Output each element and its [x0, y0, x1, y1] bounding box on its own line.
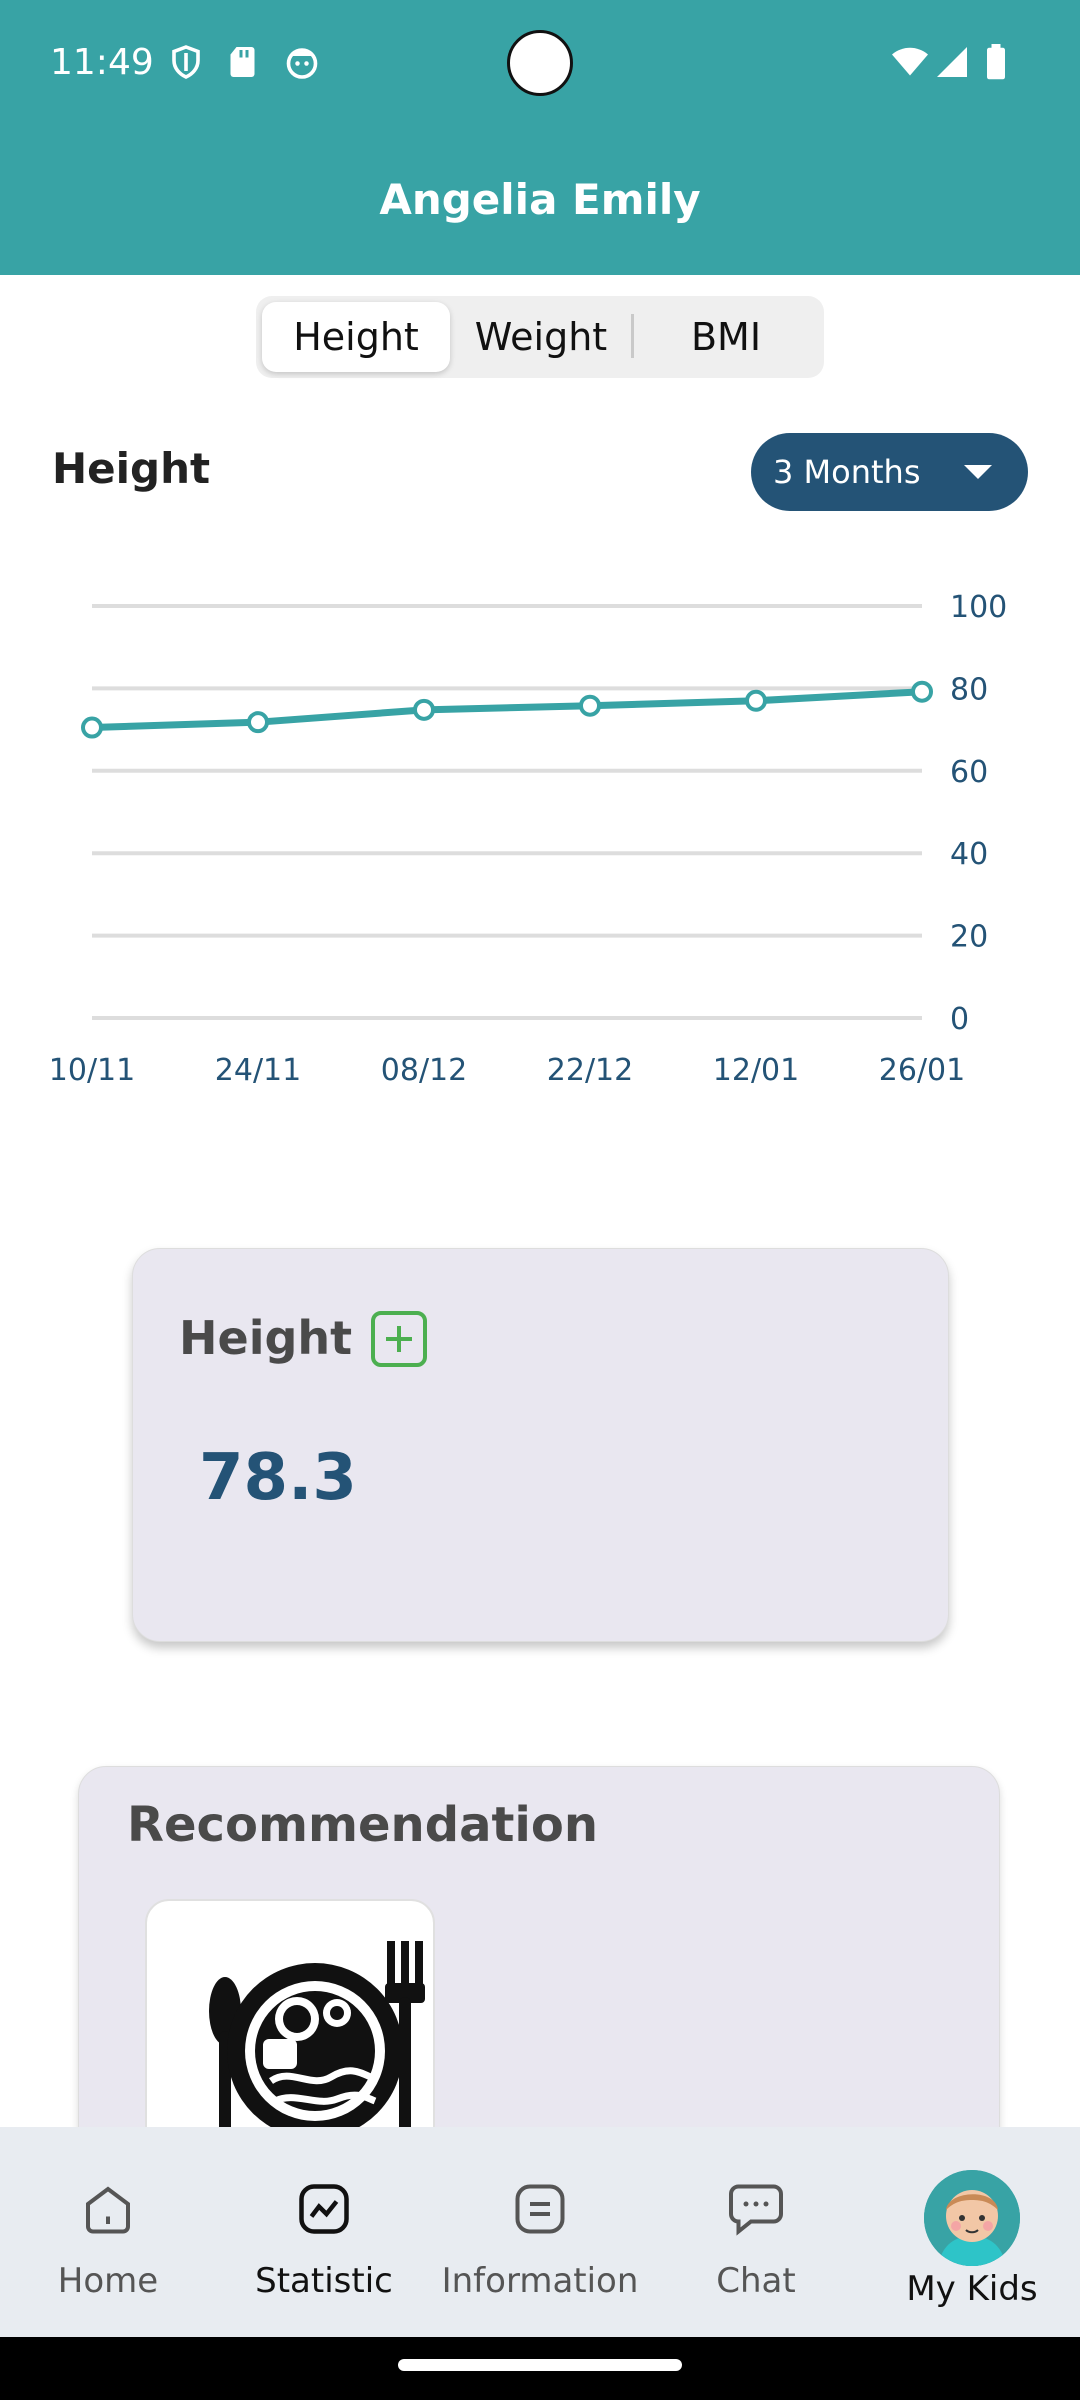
recommendation-card: Recommendation: [78, 1766, 1000, 2166]
data-point: [413, 698, 435, 721]
nav-information[interactable]: Information: [432, 2127, 648, 2337]
metric-tabs: Height Weight BMI: [256, 296, 824, 378]
tab-weight[interactable]: Weight: [452, 302, 630, 372]
bottom-nav: Home Statistic Information Chat My Kids: [0, 2127, 1080, 2337]
nav-chat-label: Chat: [716, 2261, 796, 2301]
home-gesture-handle[interactable]: [398, 2359, 682, 2371]
kid-avatar[interactable]: [924, 2170, 1020, 2266]
home-icon: [86, 2186, 130, 2234]
signal-icon: [937, 47, 967, 77]
nav-statistic[interactable]: Statistic: [216, 2127, 432, 2337]
nav-information-label: Information: [441, 2261, 639, 2301]
add-height-icon[interactable]: [371, 1311, 427, 1367]
nav-chat[interactable]: Chat: [648, 2127, 864, 2337]
meal-icon: [209, 1941, 425, 2149]
recommendation-title: Recommendation: [127, 1797, 598, 1853]
y-tick-label: 0: [950, 1002, 969, 1037]
range-label: 3 Months: [773, 453, 921, 491]
data-point: [745, 689, 767, 712]
tab-bmi[interactable]: BMI: [636, 302, 816, 372]
status-time: 11:49: [50, 42, 154, 83]
x-tick-label: 26/01: [879, 1053, 965, 1088]
camera-cutout: [507, 30, 573, 96]
y-tick-label: 60: [950, 755, 988, 790]
y-tick-label: 100: [950, 590, 1007, 625]
chart-title: Height: [52, 444, 211, 493]
face-icon: [286, 48, 318, 79]
kid-avatar-image: [924, 2170, 1020, 2266]
height-card-label: Height: [179, 1311, 353, 1365]
range-dropdown[interactable]: 3 Months: [751, 433, 1028, 511]
status-bar: 11:49: [0, 0, 1080, 130]
y-tick-label: 40: [950, 837, 988, 872]
nav-my-kids-label: My Kids: [906, 2269, 1038, 2309]
nav-home-label: Home: [57, 2261, 159, 2301]
y-tick-label: 20: [950, 920, 988, 955]
chat-icon: [729, 2184, 783, 2236]
tab-height[interactable]: Height: [262, 302, 450, 372]
gesture-bar-area: [0, 2337, 1080, 2400]
shield-icon: [172, 45, 200, 79]
food-recommendation-tile[interactable]: [145, 1899, 435, 2159]
x-tick-label: 12/01: [713, 1053, 799, 1088]
screen: 11:49 Angelia Emily Height Weight BMI He…: [0, 0, 1080, 2400]
app-header: 11:49 Angelia Emily: [0, 0, 1080, 275]
wifi-icon: [892, 47, 928, 76]
data-point: [579, 694, 601, 717]
statistic-icon: [299, 2184, 349, 2234]
information-icon: [515, 2184, 565, 2234]
height-value: 78.3: [199, 1441, 357, 1515]
battery-icon: [987, 44, 1005, 80]
x-tick-label: 08/12: [381, 1053, 467, 1088]
chevron-down-icon: [964, 465, 992, 479]
height-line-chart: 100 80 60 40 20 0 10/11 24/11 08/12 22/12 12/01 26/…: [49, 590, 1008, 1088]
x-tick-label: 22/12: [547, 1053, 633, 1088]
x-tick-label: 24/11: [215, 1053, 301, 1088]
series-line: [91, 688, 923, 732]
x-tick-label: 10/11: [49, 1053, 135, 1088]
nav-home[interactable]: Home: [0, 2127, 216, 2337]
data-point: [911, 680, 933, 703]
tab-divider: [631, 314, 634, 358]
nav-statistic-label: Statistic: [255, 2261, 393, 2301]
data-point: [81, 716, 103, 739]
y-tick-label: 80: [950, 672, 988, 707]
page-title: Angelia Emily: [379, 175, 701, 224]
sd-card-icon: [230, 47, 255, 77]
height-card: Height 78.3: [132, 1248, 949, 1642]
data-point: [247, 711, 269, 734]
